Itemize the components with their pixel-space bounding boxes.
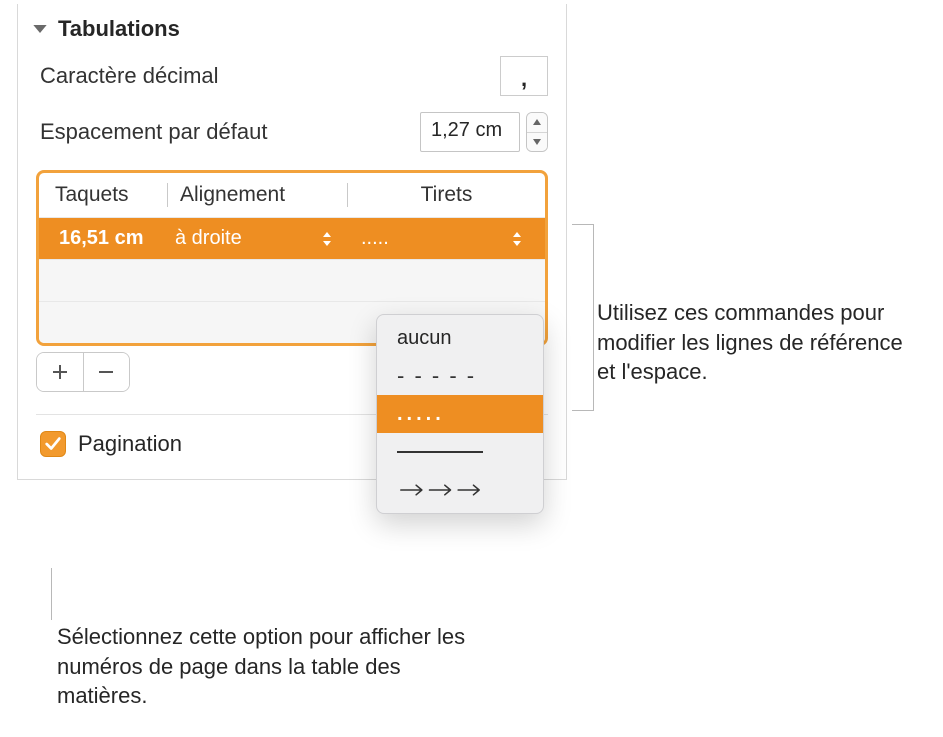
remove-stop-button[interactable] — [84, 353, 130, 391]
leader-option-dashes[interactable]: - - - - - — [377, 357, 543, 395]
chevron-updown-icon — [321, 231, 333, 247]
alignment-value: à droite — [175, 227, 242, 250]
stop-value[interactable]: 16,51 cm — [39, 227, 167, 250]
dots-icon: ..... — [397, 403, 445, 426]
callout-text-right: Utilisez ces commandes pour modifier les… — [597, 298, 927, 387]
add-remove-segmented — [36, 352, 130, 392]
disclosure-triangle-icon[interactable] — [32, 21, 48, 37]
leader-select[interactable]: ..... — [347, 227, 545, 250]
leader-option-line[interactable] — [377, 433, 543, 471]
dashes-icon: - - - - - — [397, 363, 476, 389]
line-icon — [397, 451, 483, 453]
section-title: Tabulations — [58, 16, 180, 42]
decimal-char-input[interactable]: , — [500, 56, 548, 96]
table-row[interactable] — [39, 259, 545, 301]
chevron-updown-icon — [511, 231, 523, 247]
spacing-stepper — [526, 112, 548, 152]
stepper-down-button[interactable] — [527, 133, 547, 152]
stepper-up-button[interactable] — [527, 113, 547, 133]
callout-text-bottom: Sélectionnez cette option pour afficher … — [57, 622, 477, 711]
alignment-select[interactable]: à droite — [167, 227, 347, 250]
table-header: Taquets Alignement Tirets — [39, 173, 545, 217]
arrows-icon — [397, 481, 483, 499]
col-header-leaders[interactable]: Tirets — [347, 183, 545, 207]
decimal-char-label: Caractère décimal — [40, 63, 219, 89]
col-header-stops[interactable]: Taquets — [39, 183, 167, 207]
decimal-char-row: Caractère décimal , — [18, 48, 566, 104]
callout-line-icon — [51, 568, 52, 620]
leader-value: ..... — [361, 227, 389, 250]
col-header-alignment[interactable]: Alignement — [167, 183, 347, 207]
leader-dropdown: aucun - - - - - ..... — [376, 314, 544, 514]
default-spacing-label: Espacement par défaut — [40, 119, 267, 145]
add-stop-button[interactable] — [37, 353, 84, 391]
leader-option-arrows[interactable] — [377, 471, 543, 509]
default-spacing-row: Espacement par défaut 1,27 cm — [18, 104, 566, 160]
leader-option-none[interactable]: aucun — [377, 319, 543, 357]
section-header[interactable]: Tabulations — [18, 4, 566, 48]
callout-bracket-icon — [572, 224, 594, 411]
table-row[interactable]: 16,51 cm à droite ..... — [39, 217, 545, 259]
pagination-checkbox[interactable] — [40, 431, 66, 457]
leader-option-dots[interactable]: ..... — [377, 395, 543, 433]
default-spacing-input[interactable]: 1,27 cm — [420, 112, 520, 152]
pagination-label: Pagination — [78, 431, 182, 457]
